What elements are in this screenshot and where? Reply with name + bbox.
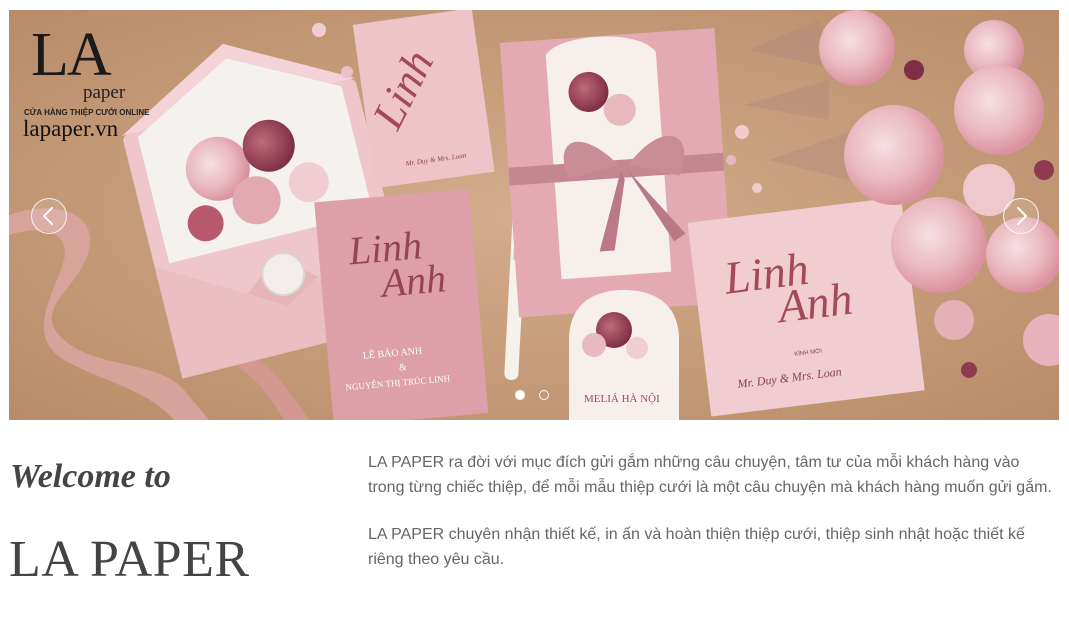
welcome-heading: Welcome to bbox=[10, 458, 171, 495]
logo-domain: lapaper.vn bbox=[23, 116, 119, 141]
intro-text: LA PAPER ra đời với mục đích gửi gắm nhữ… bbox=[368, 450, 1058, 594]
logo-sub: paper bbox=[83, 82, 126, 103]
page: Linh Mr. Duy & Mrs. Loan Linh Anh LÊ BẢO… bbox=[0, 0, 1069, 618]
hero-slider[interactable]: Linh Mr. Duy & Mrs. Loan Linh Anh LÊ BẢO… bbox=[9, 10, 1059, 420]
slider-prev-button[interactable] bbox=[31, 198, 67, 234]
arch-venue: MELIÁ HÀ NỘI bbox=[584, 393, 660, 405]
card-script-right-2: Anh bbox=[772, 273, 855, 333]
chevron-right-icon bbox=[1017, 207, 1027, 225]
logo-mark: LA bbox=[31, 21, 112, 89]
chevron-left-icon bbox=[43, 207, 53, 225]
card-script-mid-2: Anh bbox=[377, 255, 448, 306]
intro-paragraph-1: LA PAPER ra đời với mục đích gửi gắm nhữ… bbox=[368, 454, 1052, 496]
intro-paragraph-2: LA PAPER chuyên nhận thiết kế, in ấn và … bbox=[368, 526, 1025, 568]
slider-next-button[interactable] bbox=[1003, 198, 1039, 234]
slider-dot-2[interactable] bbox=[539, 390, 549, 400]
slider-dot-1[interactable] bbox=[515, 390, 525, 400]
brand-title: LA PAPER bbox=[9, 531, 250, 588]
invite-amp: & bbox=[399, 362, 408, 374]
site-logo[interactable]: LA paper CỬA HÀNG THIỆP CƯỚI ONLINE lapa… bbox=[23, 24, 155, 154]
slide-image: Linh Mr. Duy & Mrs. Loan Linh Anh LÊ BẢO… bbox=[9, 10, 1059, 420]
